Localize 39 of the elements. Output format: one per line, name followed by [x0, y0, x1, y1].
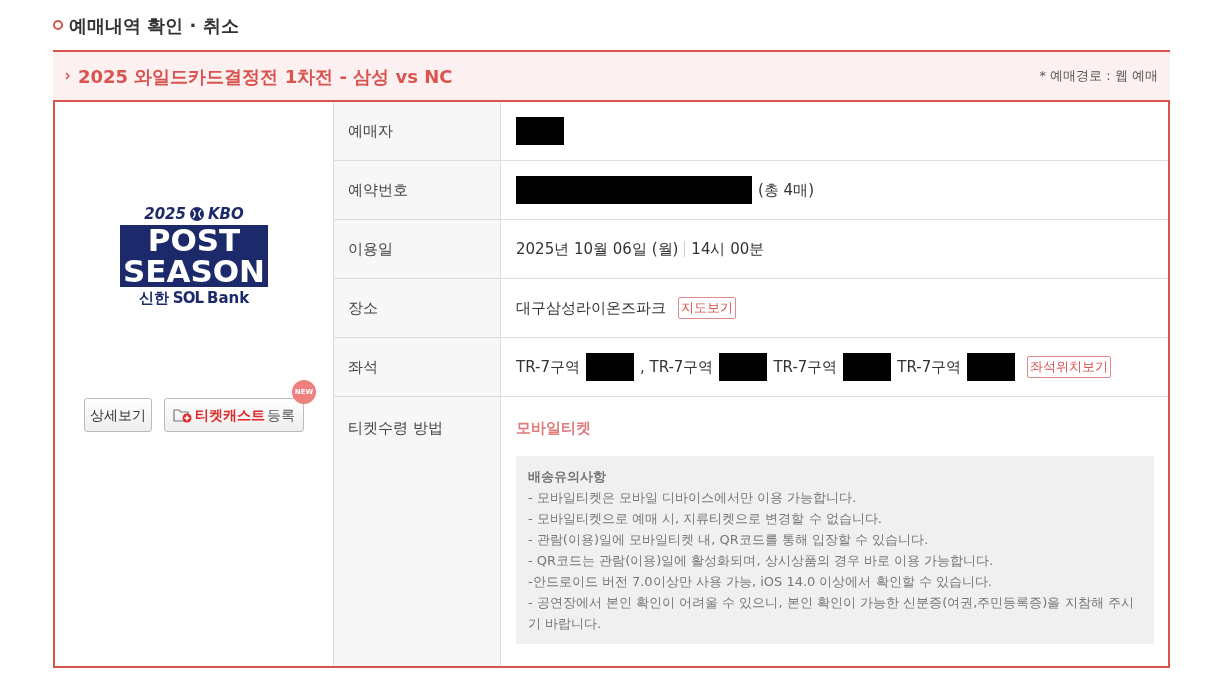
field-label: 좌석: [348, 356, 378, 378]
link-button[interactable]: 지도보기: [678, 297, 736, 319]
redaction-bar: [516, 117, 564, 145]
notice-line: -안드로이드 버전 7.0이상만 사용 가능, iOS 14.0 이상에서 확인할 수 있습니다.: [528, 572, 993, 591]
notice-line: - 관람(이용)일에 모바일티켓 내, QR코드를 통해 입장할 수 있습니다.: [528, 530, 930, 549]
redaction-bar: [585, 353, 634, 381]
value-text: 14시 00분: [691, 238, 765, 260]
value-text: TR-7구역: [516, 356, 580, 378]
notice-line: - QR코드는 관람(이용)일에 활성화되며, 상시상품의 경우 바로 이용 가능합니다.: [528, 551, 995, 570]
field-label: 이용일: [348, 238, 393, 260]
ticketcast-register-button[interactable]: 티켓캐스트 등록: [164, 398, 304, 432]
field-label: 예매자: [348, 120, 393, 142]
notice-line: - 모바일티켓은 모바일 디바이스에서만 이용 가능합니다.: [528, 488, 858, 507]
chevron-icon: [65, 72, 70, 80]
value-text: , TR-7구역: [639, 356, 714, 378]
link-button[interactable]: 좌석위치보기: [1027, 356, 1112, 378]
value-text: 대구삼성라이온즈파크: [516, 297, 666, 319]
value-text: TR-7구역: [897, 356, 962, 378]
redaction-bar: [967, 353, 1016, 381]
value-text: TR-7구역: [773, 356, 838, 378]
field-label: 장소: [348, 297, 378, 319]
bullet-icon: [53, 20, 63, 30]
redaction-bar: [719, 353, 768, 381]
event-title: 2025 와일드카드결정전 1차전 - 삼성 vs NC: [78, 64, 453, 89]
field-label: 티켓수령 방법: [348, 418, 443, 439]
field-label: 예약번호: [348, 179, 408, 201]
page-title: 예매내역 확인 · 취소: [69, 13, 239, 38]
value-text: 모바일티켓: [516, 418, 591, 439]
booking-channel: * 예매경로 : 웹 예매: [1039, 67, 1158, 86]
post-season-logo: 2025 KBO POST SEASON 신한 SOL Bank: [119, 205, 269, 308]
folder-add-icon: [173, 407, 193, 423]
value-text: 2025년 10월 06일 (월): [516, 238, 679, 260]
notice-line: - 공연장에서 본인 확인이 어려울 수 있으니, 본인 확인이 가능한 신분증(여권,주민등록증)을 지참해 주시기 바랍니다.: [528, 593, 1135, 633]
value-text: (총 4매): [758, 179, 814, 201]
baseball-icon: [188, 206, 205, 222]
redaction-bar: [843, 353, 892, 381]
notice-line: - 모바일티켓으로 예매 시, 지류티켓으로 변경할 수 없습니다.: [528, 509, 883, 528]
notice-title: 배송유의사항: [528, 467, 607, 486]
detail-button[interactable]: 상세보기: [84, 398, 152, 432]
